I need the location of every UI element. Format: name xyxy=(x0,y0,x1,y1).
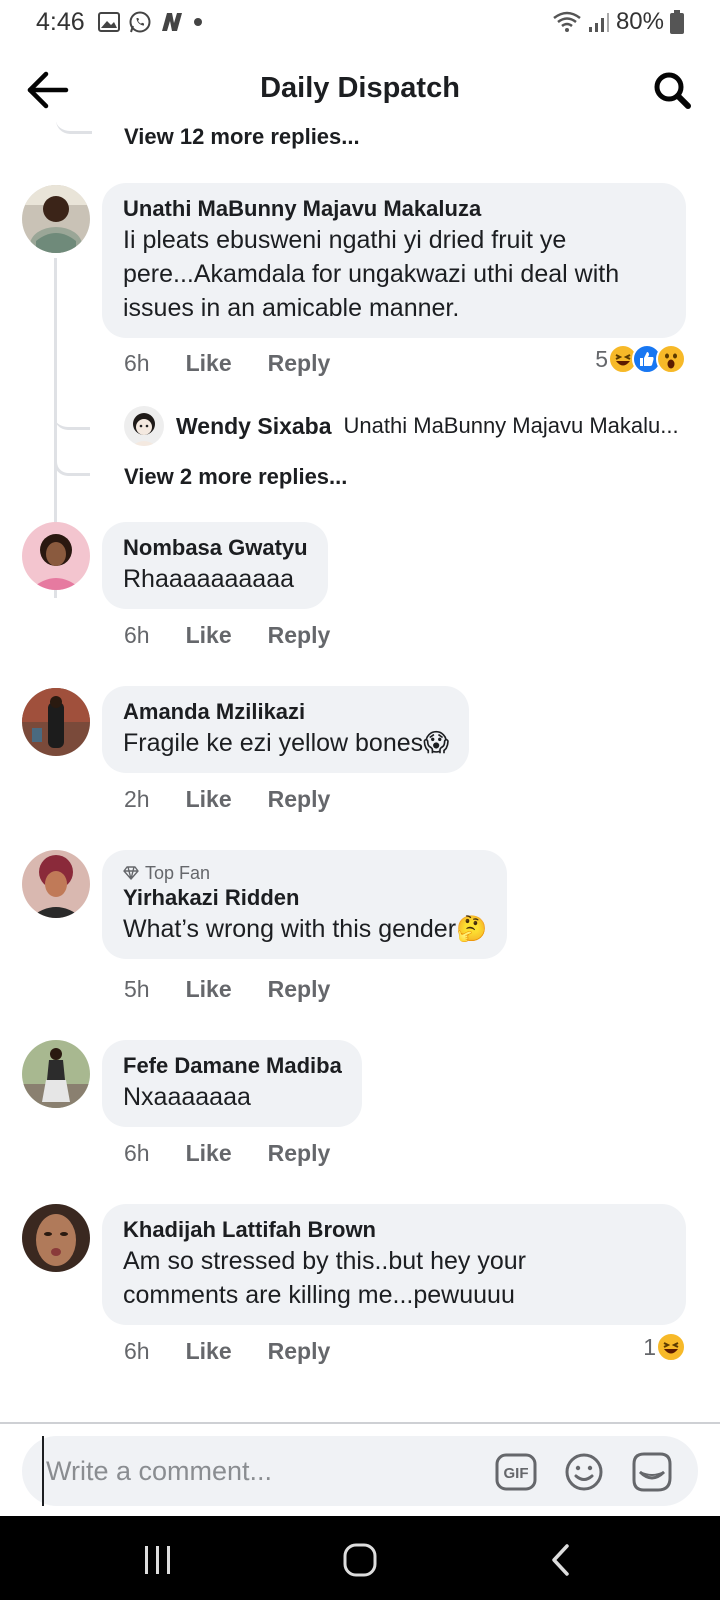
comment-bubble[interactable]: Khadijah Lattifah Brown Am so stressed b… xyxy=(102,1204,686,1325)
like-button[interactable]: Like xyxy=(186,976,232,1003)
chevron-left-icon xyxy=(552,1544,569,1576)
battery-percent: 80% xyxy=(615,8,664,35)
wow-reaction-icon xyxy=(656,344,686,374)
avatar[interactable] xyxy=(124,406,164,446)
comment-bubble[interactable]: Top Fan Yirhakazi Ridden What’s wrong wi… xyxy=(102,850,508,959)
comment-time[interactable]: 5h xyxy=(124,976,150,1003)
composer-divider xyxy=(0,1422,720,1424)
reply-button[interactable]: Reply xyxy=(268,622,331,649)
nav-back-button[interactable] xyxy=(542,1540,582,1580)
status-bar: 4:46 80% xyxy=(0,0,720,46)
comment-text: What’s wrong with this gender🤔 xyxy=(123,915,488,943)
gif-icon: GIF xyxy=(495,1453,537,1491)
comment-actions: 6h Like Reply xyxy=(124,1140,330,1167)
reply-button[interactable]: Reply xyxy=(268,350,331,377)
comment-author[interactable]: Yirhakazi Ridden xyxy=(123,884,487,912)
comment-actions: 6h Like Reply xyxy=(124,350,330,377)
reactions-summary[interactable]: 1 xyxy=(643,1332,686,1362)
svg-text:GIF: GIF xyxy=(504,1465,529,1482)
like-button[interactable]: Like xyxy=(186,1140,232,1167)
whatsapp-icon xyxy=(129,11,151,33)
comment-bubble[interactable]: Nombasa Gwatyu Rhaaaaaaaaaa xyxy=(102,522,328,609)
top-fan-badge: Top Fan xyxy=(123,862,487,884)
reply-button[interactable]: Reply xyxy=(268,1338,331,1365)
comment-author[interactable]: Unathi MaBunny Majavu Makaluza xyxy=(123,195,666,223)
reaction-count: 5 xyxy=(595,345,608,372)
comment-actions: 2h Like Reply xyxy=(124,786,330,813)
emoji-button[interactable] xyxy=(562,1450,606,1494)
sticker-button[interactable] xyxy=(630,1450,674,1494)
avatar[interactable] xyxy=(22,850,90,918)
top-fan-label: Top Fan xyxy=(145,863,211,883)
search-icon xyxy=(654,72,691,109)
avatar[interactable] xyxy=(22,185,90,253)
comment-text: Am so stressed by this..but hey your xyxy=(123,1247,526,1275)
comment-actions: 6h Like Reply xyxy=(124,622,330,649)
home-icon xyxy=(343,1543,377,1577)
comment-text: comments are killing me...pewuuuu xyxy=(123,1281,515,1309)
sticker-icon xyxy=(632,1452,672,1492)
comment-text: issues in an amicable manner. xyxy=(123,294,460,322)
smiley-icon xyxy=(565,1453,603,1491)
comments-list[interactable]: View 12 more replies... Unathi MaBunny M… xyxy=(0,122,720,1420)
signal-icon xyxy=(588,13,609,32)
haha-reaction-icon xyxy=(656,1332,686,1362)
comment-time[interactable]: 6h xyxy=(124,1338,150,1365)
avatar[interactable] xyxy=(22,1204,90,1272)
recent-apps-icon xyxy=(145,1546,170,1574)
comment-time[interactable]: 6h xyxy=(124,350,150,377)
avatar[interactable] xyxy=(22,522,90,590)
n-app-icon xyxy=(162,13,182,31)
comment-bubble[interactable]: Fefe Damane Madiba Nxaaaaaaa xyxy=(102,1040,362,1127)
comment-actions: 5h Like Reply xyxy=(124,976,330,1003)
comment-input[interactable] xyxy=(42,1436,502,1506)
like-button[interactable]: Like xyxy=(186,622,232,649)
gallery-icon xyxy=(98,12,120,32)
comment-author[interactable]: Amanda Mzilikazi xyxy=(123,698,449,726)
comment-text: Nxaaaaaaa xyxy=(123,1083,251,1111)
like-button[interactable]: Like xyxy=(186,350,232,377)
reply-preview[interactable]: Wendy Sixaba Unathi MaBunny Majavu Makal… xyxy=(124,406,694,446)
view-more-replies-link[interactable]: View 2 more replies... xyxy=(124,464,347,490)
reactions-summary[interactable]: 5 xyxy=(595,344,686,374)
comment-author[interactable]: Nombasa Gwatyu xyxy=(123,534,308,562)
comment-text: pere...Akamdala for ungakwazi uthi deal … xyxy=(123,260,620,288)
comment-time[interactable]: 2h xyxy=(124,786,150,813)
comment-bubble[interactable]: Unathi MaBunny Majavu Makaluza Ii pleats… xyxy=(102,183,686,338)
like-button[interactable]: Like xyxy=(186,1338,232,1365)
reply-button[interactable]: Reply xyxy=(268,976,331,1003)
reply-button[interactable]: Reply xyxy=(268,1140,331,1167)
comment-text: Rhaaaaaaaaaa xyxy=(123,565,294,593)
comment-time[interactable]: 6h xyxy=(124,622,150,649)
avatar[interactable] xyxy=(22,1040,90,1108)
wifi-icon xyxy=(553,11,581,32)
comment-text: Ii pleats ebusweni ngathi yi dried fruit… xyxy=(123,226,567,254)
page-title: Daily Dispatch xyxy=(260,72,460,104)
view-more-replies-link[interactable]: View 12 more replies... xyxy=(124,124,360,150)
diamond-icon xyxy=(123,866,139,880)
reply-button[interactable]: Reply xyxy=(268,786,331,813)
gif-button[interactable]: GIF xyxy=(494,1450,538,1494)
battery-icon xyxy=(670,10,684,34)
comment-composer: GIF xyxy=(22,1436,698,1506)
app-header: Daily Dispatch xyxy=(0,58,720,122)
status-time: 4:46 xyxy=(36,8,85,36)
comment-author[interactable]: Khadijah Lattifah Brown xyxy=(123,1216,666,1244)
comment-text: Fragile ke ezi yellow bones😱 xyxy=(123,729,450,757)
comment-actions: 6h Like Reply xyxy=(124,1338,330,1365)
comment-author[interactable]: Fefe Damane Madiba xyxy=(123,1052,342,1080)
reaction-count: 1 xyxy=(643,1333,656,1360)
avatar[interactable] xyxy=(22,688,90,756)
reply-text: Unathi MaBunny Majavu Makalu... xyxy=(343,413,679,438)
home-button[interactable] xyxy=(340,1540,380,1580)
system-nav-bar xyxy=(0,1516,720,1600)
comment-time[interactable]: 6h xyxy=(124,1140,150,1167)
recent-apps-button[interactable] xyxy=(138,1540,178,1580)
search-button[interactable] xyxy=(652,70,692,110)
comment-bubble[interactable]: Amanda Mzilikazi Fragile ke ezi yellow b… xyxy=(102,686,470,773)
like-button[interactable]: Like xyxy=(186,786,232,813)
notification-dot-icon xyxy=(194,18,202,26)
reply-author[interactable]: Wendy Sixaba xyxy=(176,413,332,440)
